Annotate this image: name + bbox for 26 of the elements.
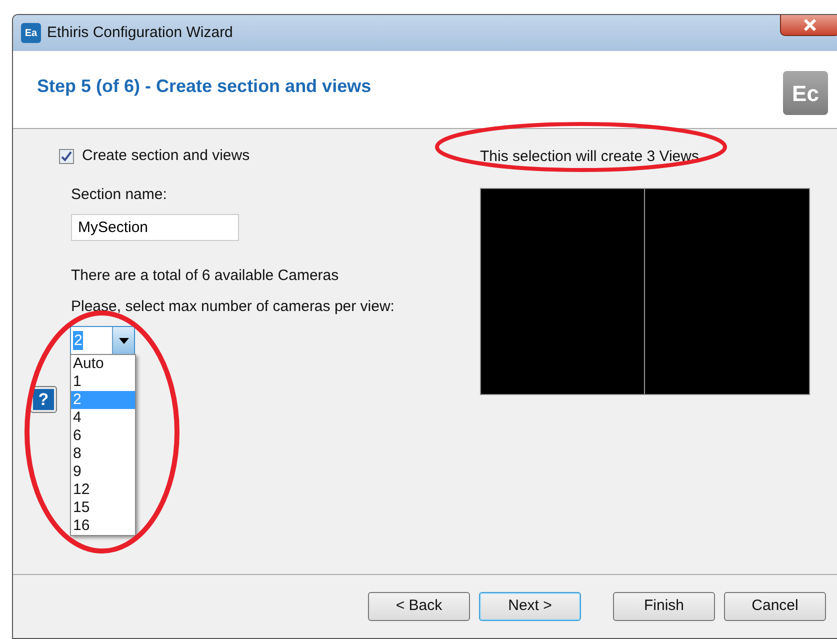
app-icon: Ea: [21, 23, 41, 43]
section-name-label: Section name:: [71, 184, 168, 204]
caret-icon: [118, 338, 128, 344]
section-name-field[interactable]: MySection: [71, 214, 239, 241]
create-checkbox[interactable]: [59, 148, 74, 164]
dropdown-option[interactable]: 1: [71, 373, 135, 391]
app-logo: Ec: [783, 71, 828, 115]
close-icon: [804, 19, 816, 31]
step-title: Step 5 (of 6) - Create section and views: [37, 75, 372, 98]
checkbox-label: Create section and views: [82, 146, 250, 166]
cameras-prompt-text: Please, select max number of cameras per view:: [71, 296, 396, 316]
wizard-button[interactable]: Finish: [613, 592, 715, 621]
dropdown-option[interactable]: 6: [71, 427, 135, 445]
wizard-button[interactable]: Cancel: [724, 592, 826, 621]
dropdown-option[interactable]: 9: [71, 463, 135, 481]
wizard-button[interactable]: < Back: [368, 592, 470, 621]
dropdown-option[interactable]: Auto: [71, 355, 135, 373]
cameras-info-text: There are a total of 6 available Cameras: [71, 266, 340, 286]
window-title: Ethiris Configuration Wizard: [47, 22, 233, 43]
dropdown-option[interactable]: 16: [71, 517, 135, 535]
close-button[interactable]: [780, 15, 837, 36]
wizard-button[interactable]: Next >: [479, 592, 581, 621]
dropdown-option[interactable]: 15: [71, 499, 135, 517]
dropdown-option[interactable]: 12: [71, 481, 135, 499]
dropdown-option[interactable]: 4: [71, 409, 135, 427]
dropdown-option[interactable]: 8: [71, 445, 135, 463]
